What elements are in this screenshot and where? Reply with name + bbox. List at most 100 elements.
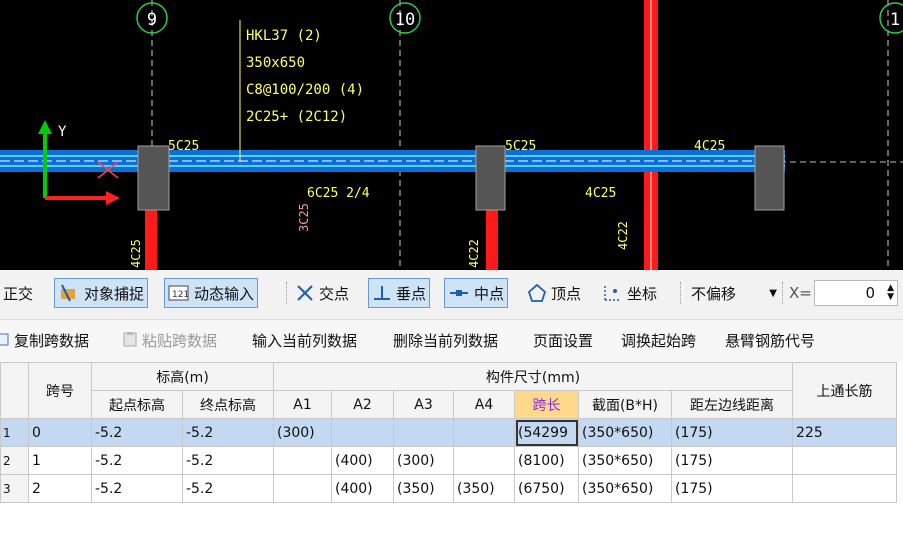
toolbar-separator <box>680 282 682 304</box>
object-snap-toggle[interactable]: 对象捕捉 <box>54 278 149 308</box>
header-a1[interactable]: A1 <box>273 390 332 419</box>
cell-a2[interactable] <box>331 418 394 447</box>
cell-start-elevation[interactable]: -5.2 <box>91 474 183 503</box>
table-menu-bar: 复制跨数据 粘贴跨数据 输入当前列数据 删除当前列数据 页面设置 调换起始跨 悬… <box>0 320 903 362</box>
header-a2[interactable]: A2 <box>331 390 394 419</box>
cell-a1[interactable] <box>273 446 332 475</box>
row-number[interactable]: 2 <box>0 446 29 475</box>
cell-span-no[interactable]: 1 <box>28 446 92 475</box>
x-coordinate-input[interactable]: 0 ▲ ▼ <box>814 280 898 306</box>
cad-drawing: 9 10 1 HKL37 (2) 350x650 C8@100/200 (4) … <box>0 0 903 270</box>
coordinate-snap[interactable]: 坐标 <box>598 278 660 308</box>
cell-section[interactable]: (350*650) <box>578 474 672 503</box>
cell-top-rebar[interactable] <box>792 446 897 475</box>
row-number[interactable]: 3 <box>0 474 29 503</box>
input-column-menu[interactable]: 输入当前列数据 <box>252 330 357 351</box>
rebar-label-vertical: 4C22 <box>616 221 630 250</box>
paste-icon <box>122 331 138 351</box>
intersection-icon <box>295 283 315 303</box>
paste-span-menu[interactable]: 粘贴跨数据 <box>122 330 217 351</box>
snap-toolbar: 正交 对象捕捉 121 动态输入 交点 垂点 中点 顶点 坐标 不偏移 ▼ X=… <box>0 270 903 320</box>
x-coordinate-label: X= <box>789 284 812 302</box>
header-span-length[interactable]: 跨长 <box>514 390 579 419</box>
cell-span-no[interactable]: 0 <box>28 418 92 447</box>
ucs-y-label: Y <box>58 124 67 140</box>
header-a4[interactable]: A4 <box>453 390 515 419</box>
header-top-rebar[interactable]: 上通长筋 <box>792 362 897 419</box>
midpoint-snap[interactable]: 中点 <box>444 278 509 308</box>
table-row[interactable]: 2 1 -5.2 -5.2 (400) (300) (8100) (350*65… <box>0 446 897 475</box>
cell-end-elevation[interactable]: -5.2 <box>182 418 274 447</box>
cell-start-elevation[interactable]: -5.2 <box>91 446 183 475</box>
header-span-no[interactable]: 跨号 <box>28 362 92 419</box>
perpendicular-snap[interactable]: 垂点 <box>368 278 431 308</box>
midpoint-icon <box>448 283 470 303</box>
svg-text:121: 121 <box>172 290 189 300</box>
vertex-snap[interactable]: 顶点 <box>524 278 584 308</box>
cell-top-rebar[interactable]: 2⁤25 <box>792 418 897 447</box>
column-1 <box>137 145 170 211</box>
spinner-icon[interactable]: ▲ ▼ <box>887 284 894 302</box>
toolbar-separator <box>782 282 784 304</box>
rebar-label-vertical: 3C25 <box>297 203 311 232</box>
cell-a2[interactable]: (400) <box>331 474 394 503</box>
header-end-elevation[interactable]: 终点标高 <box>182 390 274 419</box>
cell-span-length[interactable]: (8100) <box>514 446 579 475</box>
intersection-label: 交点 <box>319 284 350 303</box>
cell-top-rebar[interactable] <box>792 474 897 503</box>
header-start-elevation[interactable]: 起点标高 <box>91 390 183 419</box>
delete-column-menu[interactable]: 删除当前列数据 <box>393 330 498 351</box>
rebar-label-vertical: 4C25 <box>129 239 143 268</box>
header-a3[interactable]: A3 <box>393 390 454 419</box>
table-row[interactable]: 1 0 -5.2 -5.2 (300) (54299 (350*650) (17… <box>0 418 897 447</box>
page-setup-menu[interactable]: 页面设置 <box>533 330 593 351</box>
cell-a1[interactable]: (300) <box>273 418 332 447</box>
rebar-label: 6C25 2/4 <box>307 186 370 201</box>
cell-span-no[interactable]: 2 <box>28 474 92 503</box>
perpendicular-icon <box>372 283 392 303</box>
header-left-distance[interactable]: 距左边线距离 <box>671 390 793 419</box>
table-row[interactable]: 3 2 -5.2 -5.2 (400) (350) (350) (6750) (… <box>0 474 897 503</box>
cell-left-distance[interactable]: (175) <box>671 418 793 447</box>
cell-section[interactable]: (350*650) <box>578 446 672 475</box>
cell-a2[interactable]: (400) <box>331 446 394 475</box>
offset-select[interactable]: 不偏移 ▼ <box>688 278 780 308</box>
midpoint-label: 中点 <box>474 284 505 303</box>
copy-span-label: 复制跨数据 <box>14 332 90 350</box>
cell-a3[interactable] <box>393 418 454 447</box>
copy-span-menu[interactable]: 复制跨数据 <box>0 330 89 351</box>
ortho-toggle[interactable]: 正交 <box>0 278 36 308</box>
cell-left-distance[interactable]: (175) <box>671 446 793 475</box>
object-snap-label: 对象捕捉 <box>84 284 145 303</box>
beam-label-line: C8@100/200 (4) <box>246 82 364 98</box>
header-dimensions: 构件尺寸(mm) <box>273 362 793 391</box>
ucs-x-arrow <box>106 191 120 205</box>
dynamic-input-toggle[interactable]: 121 动态输入 <box>164 278 259 308</box>
offset-select-value: 不偏移 <box>691 284 737 303</box>
cell-span-length[interactable]: (54299 <box>514 418 579 447</box>
cell-section[interactable]: (350*650) <box>578 418 672 447</box>
cell-a4[interactable] <box>453 446 515 475</box>
intersection-snap[interactable]: 交点 <box>292 278 352 308</box>
cell-a3[interactable]: (350) <box>393 474 454 503</box>
dynamic-input-icon: 121 <box>168 284 190 302</box>
axis-label-9: 9 <box>147 10 157 30</box>
cell-span-length[interactable]: (6750) <box>514 474 579 503</box>
row-number[interactable]: 1 <box>0 418 29 447</box>
copy-icon <box>0 331 10 351</box>
cell-a4[interactable] <box>453 418 515 447</box>
cell-a1[interactable] <box>273 474 332 503</box>
cad-viewport[interactable]: 9 10 1 HKL37 (2) 350x650 C8@100/200 (4) … <box>0 0 903 270</box>
cell-a3[interactable]: (300) <box>393 446 454 475</box>
cell-start-elevation[interactable]: -5.2 <box>91 418 183 447</box>
swap-start-span-menu[interactable]: 调换起始跨 <box>621 330 696 351</box>
cell-left-distance[interactable]: (175) <box>671 474 793 503</box>
cantilever-rebar-menu[interactable]: 悬臂钢筋代号 <box>725 330 815 351</box>
cell-a4[interactable]: (350) <box>453 474 515 503</box>
cell-end-elevation[interactable]: -5.2 <box>182 446 274 475</box>
paste-span-label: 粘贴跨数据 <box>142 332 218 350</box>
header-section[interactable]: 截面(B*H) <box>578 390 672 419</box>
vertex-label: 顶点 <box>551 284 582 303</box>
cell-end-elevation[interactable]: -5.2 <box>182 474 274 503</box>
rebar-label-vertical: 4C22 <box>467 239 481 268</box>
